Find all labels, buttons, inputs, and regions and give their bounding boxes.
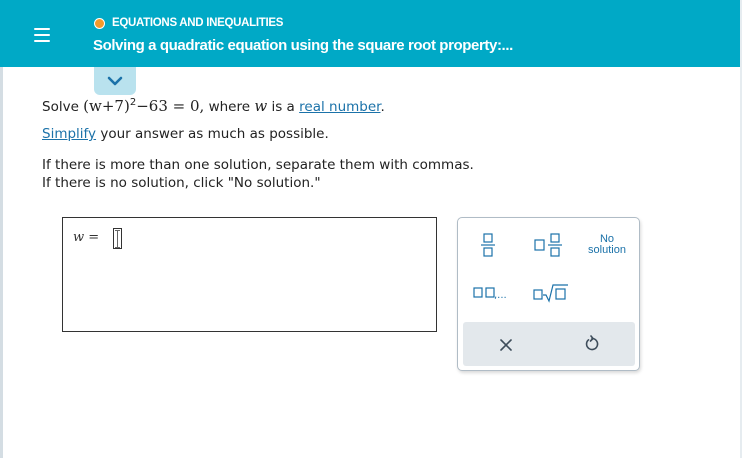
problem-statement: Solve (w+7)2−63 = 0, where w is a real n… — [42, 97, 385, 118]
equation-exponent: 2 — [129, 97, 137, 108]
menu-hamburger-icon[interactable] — [25, 18, 59, 52]
fraction-icon — [481, 233, 495, 257]
where-label: where — [208, 99, 251, 115]
comma-list-icon: ,... — [473, 287, 507, 301]
chevron-down-icon — [107, 76, 123, 86]
instruction-multiple: If there is more than one solution, sepa… — [42, 157, 474, 173]
math-keypad: No solution ,... — [457, 217, 640, 371]
period: . — [380, 99, 385, 115]
keypad-action-bar — [463, 322, 635, 366]
comma-list-key[interactable]: ,... — [472, 284, 510, 306]
left-divider — [0, 67, 3, 458]
answer-variable: w — [73, 230, 85, 245]
page-title: Solving a quadratic equation using the s… — [93, 37, 513, 54]
no-solution-line-2: solution — [588, 244, 626, 256]
variable-w: w — [254, 97, 268, 115]
clear-button[interactable] — [499, 337, 513, 356]
equation-lhs: (w+7) — [83, 97, 130, 115]
comma-list-dots: ,... — [494, 290, 507, 301]
answer-label: w = — [73, 230, 99, 245]
text-cursor-icon — [115, 230, 120, 248]
progress-dot-icon — [94, 17, 105, 29]
collapse-toggle-button[interactable] — [94, 67, 136, 95]
undo-button[interactable] — [583, 335, 601, 357]
top-banner — [0, 0, 742, 67]
simplify-line: Simplify your answer as much as possible… — [42, 126, 329, 142]
simplify-link[interactable]: Simplify — [42, 126, 96, 142]
answer-equals: = — [88, 230, 100, 245]
answer-input-area[interactable]: w = — [62, 217, 437, 332]
real-number-link[interactable]: real number — [299, 99, 380, 115]
square-root-key[interactable] — [532, 282, 570, 308]
simplify-rest: your answer as much as possible. — [96, 126, 329, 142]
topic-label: EQUATIONS AND INEQUALITIES — [112, 17, 284, 29]
no-solution-button[interactable]: No solution — [580, 234, 634, 256]
square-root-icon — [533, 284, 568, 303]
topic-header: EQUATIONS AND INEQUALITIES — [94, 17, 283, 29]
answer-input-slot[interactable] — [113, 228, 122, 249]
fraction-key[interactable] — [480, 231, 496, 263]
is-a-label: is a — [271, 99, 295, 115]
equation-rhs: −63 = 0, — [136, 97, 205, 115]
instruction-no-solution: If there is no solution, click "No solut… — [42, 175, 321, 191]
mixed-number-icon — [534, 233, 562, 257]
mixed-number-key[interactable] — [532, 231, 566, 263]
close-icon — [500, 339, 512, 351]
solve-label: Solve — [42, 99, 79, 115]
undo-icon — [585, 335, 599, 351]
